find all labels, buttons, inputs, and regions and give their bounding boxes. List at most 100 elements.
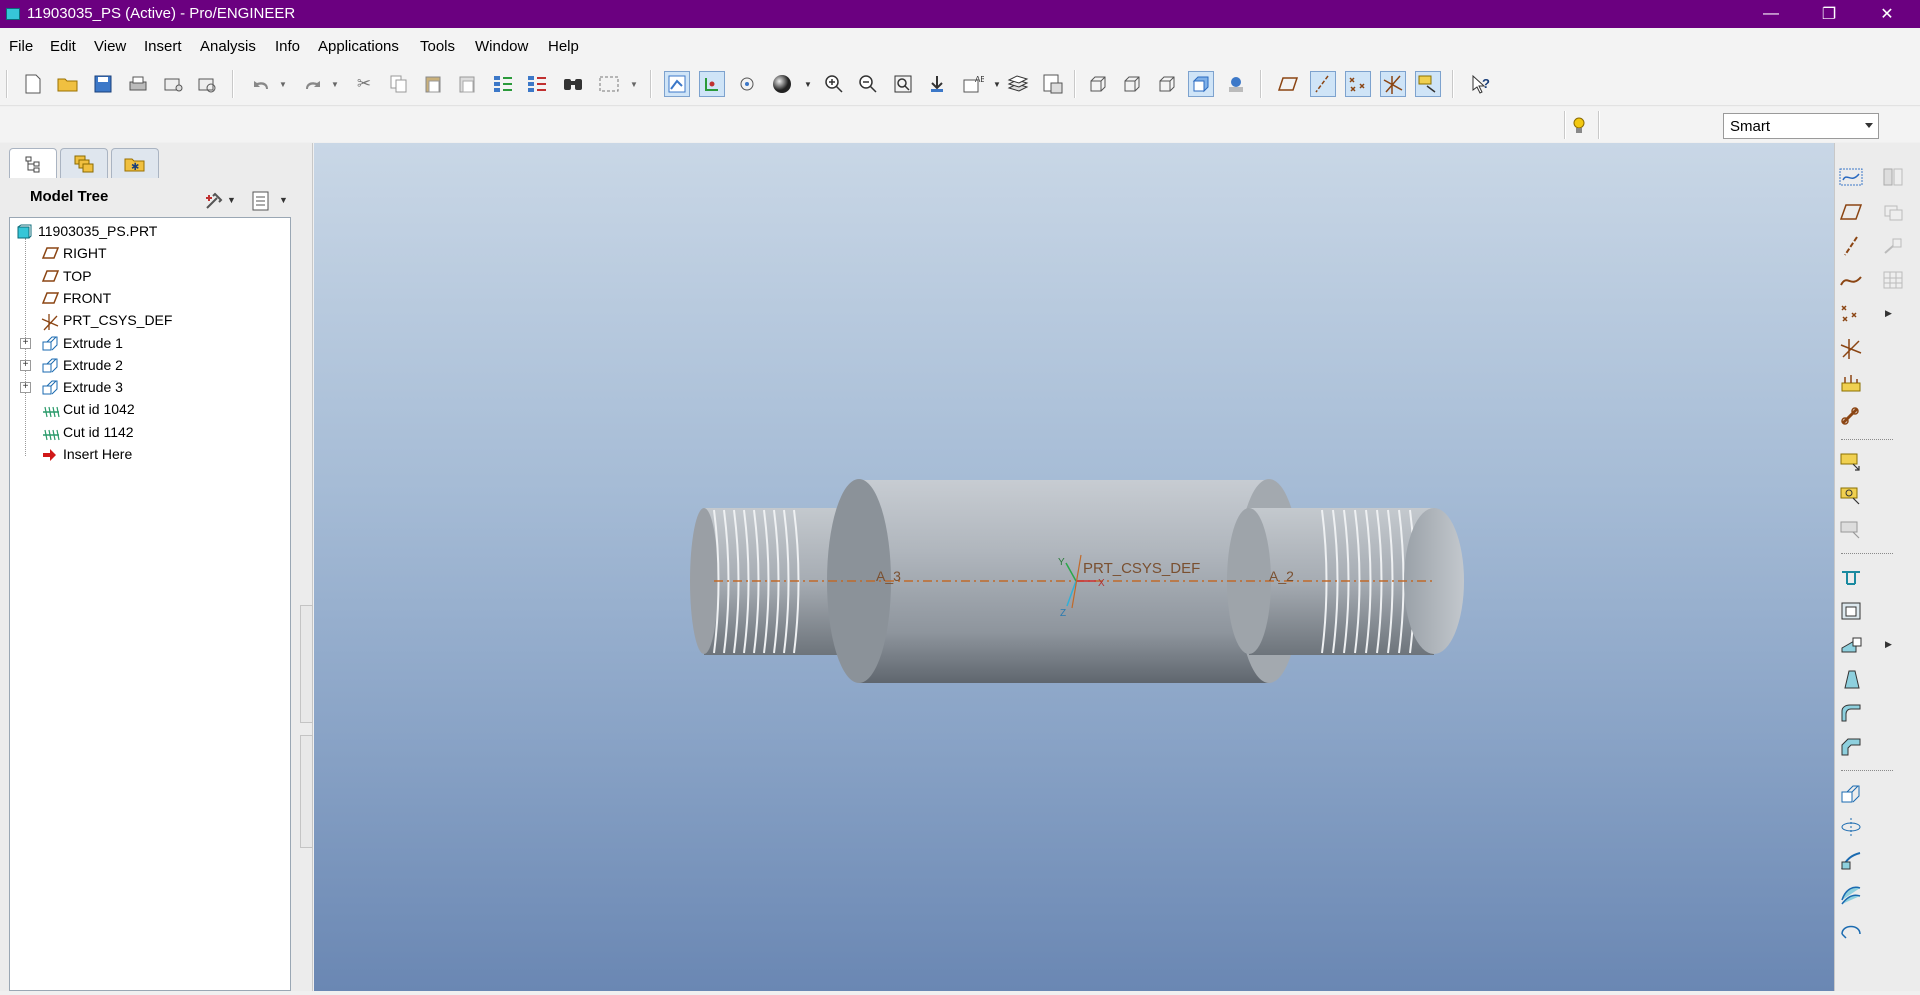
merge-icon[interactable] [1879, 198, 1907, 226]
datum-plane-tool-icon[interactable] [1837, 198, 1865, 226]
zoom-in-icon[interactable] [821, 71, 847, 97]
tree-item[interactable]: FRONT [10, 288, 290, 310]
rib-dropdown-icon[interactable]: ▶ [1885, 639, 1892, 650]
new-file-icon[interactable] [20, 71, 46, 97]
datum-point-dropdown-icon[interactable]: ▶ [1885, 308, 1892, 319]
view-manager-icon[interactable] [1040, 71, 1066, 97]
revolve-icon[interactable] [1837, 813, 1865, 841]
reorient-icon[interactable] [924, 71, 950, 97]
datum-axes-display-icon[interactable] [1310, 71, 1336, 97]
sketched-datum-curve-icon[interactable] [1837, 163, 1865, 191]
pane-splitter-handle[interactable] [300, 605, 313, 723]
send-mail-icon[interactable] [160, 71, 186, 97]
annotation-feature-icon[interactable] [1837, 482, 1865, 510]
tree-item[interactable]: + Extrude 2 [10, 355, 290, 377]
paste-special-icon[interactable] [454, 71, 480, 97]
undo-dropdown-icon[interactable]: ▼ [270, 71, 296, 97]
axis-label-a2[interactable]: A_2 [1269, 568, 1294, 584]
select-box-icon[interactable] [596, 71, 622, 97]
expand-icon[interactable]: + [20, 382, 31, 394]
menu-help[interactable]: Help [548, 38, 579, 55]
note-icon[interactable] [1837, 448, 1865, 476]
datum-point-tool-icon[interactable] [1837, 300, 1865, 328]
tree-settings-icon[interactable] [203, 190, 225, 212]
pattern-icon[interactable] [1879, 266, 1907, 294]
trim-icon[interactable] [1879, 232, 1907, 260]
shading-dropdown-icon[interactable]: ▼ [795, 71, 821, 97]
model-graphics[interactable]: A_3 A_2 Y X Z PRT_CSYS_DEF [314, 143, 1834, 991]
round-icon[interactable] [1837, 699, 1865, 727]
csys-label[interactable]: PRT_CSYS_DEF [1083, 560, 1200, 577]
datum-axis-tool-icon[interactable] [1837, 232, 1865, 260]
datum-planes-display-icon[interactable] [1275, 71, 1301, 97]
tree-item[interactable]: + Extrude 3 [10, 377, 290, 399]
menu-applications[interactable]: Applications [318, 38, 399, 55]
menu-info[interactable]: Info [275, 38, 300, 55]
send-link-icon[interactable] [194, 71, 220, 97]
context-help-icon[interactable]: ? [1468, 71, 1494, 97]
menu-analysis[interactable]: Analysis [200, 38, 256, 55]
menu-view[interactable]: View [94, 38, 126, 55]
boundary-blend-icon[interactable] [1837, 881, 1865, 909]
menu-file[interactable]: File [9, 38, 33, 55]
analysis-feature-icon[interactable] [1837, 368, 1865, 396]
datum-points-display-icon[interactable] [1345, 71, 1371, 97]
hidden-line-icon[interactable] [1119, 71, 1145, 97]
annotations-display-icon[interactable] [1415, 71, 1441, 97]
tree-item[interactable]: PRT_CSYS_DEF [10, 310, 290, 332]
show-dropdown-icon[interactable]: ▼ [279, 195, 288, 205]
regen-manager-icon[interactable] [524, 71, 550, 97]
paste-icon[interactable] [420, 71, 446, 97]
regenerate-icon[interactable] [490, 71, 516, 97]
model-tree-tab[interactable] [9, 148, 57, 178]
open-folder-icon[interactable] [55, 71, 81, 97]
favorites-tab[interactable]: ✱ [111, 148, 159, 178]
menu-insert[interactable]: Insert [144, 38, 182, 55]
restore-icon[interactable]: ❐ [1800, 0, 1858, 28]
find-icon[interactable] [560, 71, 586, 97]
repaint-icon[interactable] [664, 71, 690, 97]
model-tree-appearance-icon[interactable] [1223, 71, 1249, 97]
lightbulb-icon[interactable] [1568, 115, 1590, 137]
menu-edit[interactable]: Edit [50, 38, 76, 55]
variable-section-sweep-icon[interactable] [1837, 847, 1865, 875]
layers-tab[interactable] [60, 148, 108, 178]
print-icon[interactable] [125, 71, 151, 97]
refit-icon[interactable] [890, 71, 916, 97]
rib-icon[interactable] [1837, 631, 1865, 659]
draft-icon[interactable] [1837, 665, 1865, 693]
datum-curve-tool-icon[interactable] [1837, 266, 1865, 294]
hole-icon[interactable] [1837, 563, 1865, 591]
shading-icon[interactable] [769, 71, 795, 97]
tree-item[interactable]: Insert Here [10, 444, 290, 466]
close-icon[interactable]: ✕ [1858, 0, 1916, 28]
pane-splitter-handle[interactable] [300, 735, 313, 848]
expand-icon[interactable]: + [20, 359, 31, 371]
annotation-element-icon[interactable] [1837, 516, 1865, 544]
tree-item[interactable]: Cut id 1142 [10, 422, 290, 444]
tree-item[interactable]: 11903035_PS.PRT [10, 221, 290, 243]
redo-dropdown-icon[interactable]: ▼ [322, 71, 348, 97]
saved-views-icon[interactable]: AB [960, 71, 986, 97]
shaded-display-icon[interactable] [1188, 71, 1214, 97]
select-box-dropdown-icon[interactable]: ▼ [621, 71, 647, 97]
chamfer-icon[interactable] [1837, 733, 1865, 761]
show-columns-icon[interactable] [250, 190, 272, 212]
zoom-out-icon[interactable] [855, 71, 881, 97]
orient-mode-icon[interactable] [734, 71, 760, 97]
publish-geometry-icon[interactable] [1837, 402, 1865, 430]
wireframe-icon[interactable] [1085, 71, 1111, 97]
tree-item[interactable]: + Extrude 1 [10, 333, 290, 355]
menu-window[interactable]: Window [475, 38, 528, 55]
expand-icon[interactable]: + [20, 337, 31, 349]
graphics-viewport[interactable]: A_3 A_2 Y X Z PRT_CSYS_DEF [314, 143, 1834, 991]
csys-tool-icon[interactable] [1837, 334, 1865, 362]
cut-icon[interactable]: ✂ [351, 71, 377, 97]
tree-item[interactable]: TOP [10, 266, 290, 288]
csys-display-icon[interactable] [1380, 71, 1406, 97]
menu-tools[interactable]: Tools [420, 38, 455, 55]
shell-icon[interactable] [1837, 597, 1865, 625]
minimize-icon[interactable]: — [1742, 0, 1800, 28]
mirror-icon[interactable] [1879, 163, 1907, 191]
tree-item[interactable]: RIGHT [10, 243, 290, 265]
